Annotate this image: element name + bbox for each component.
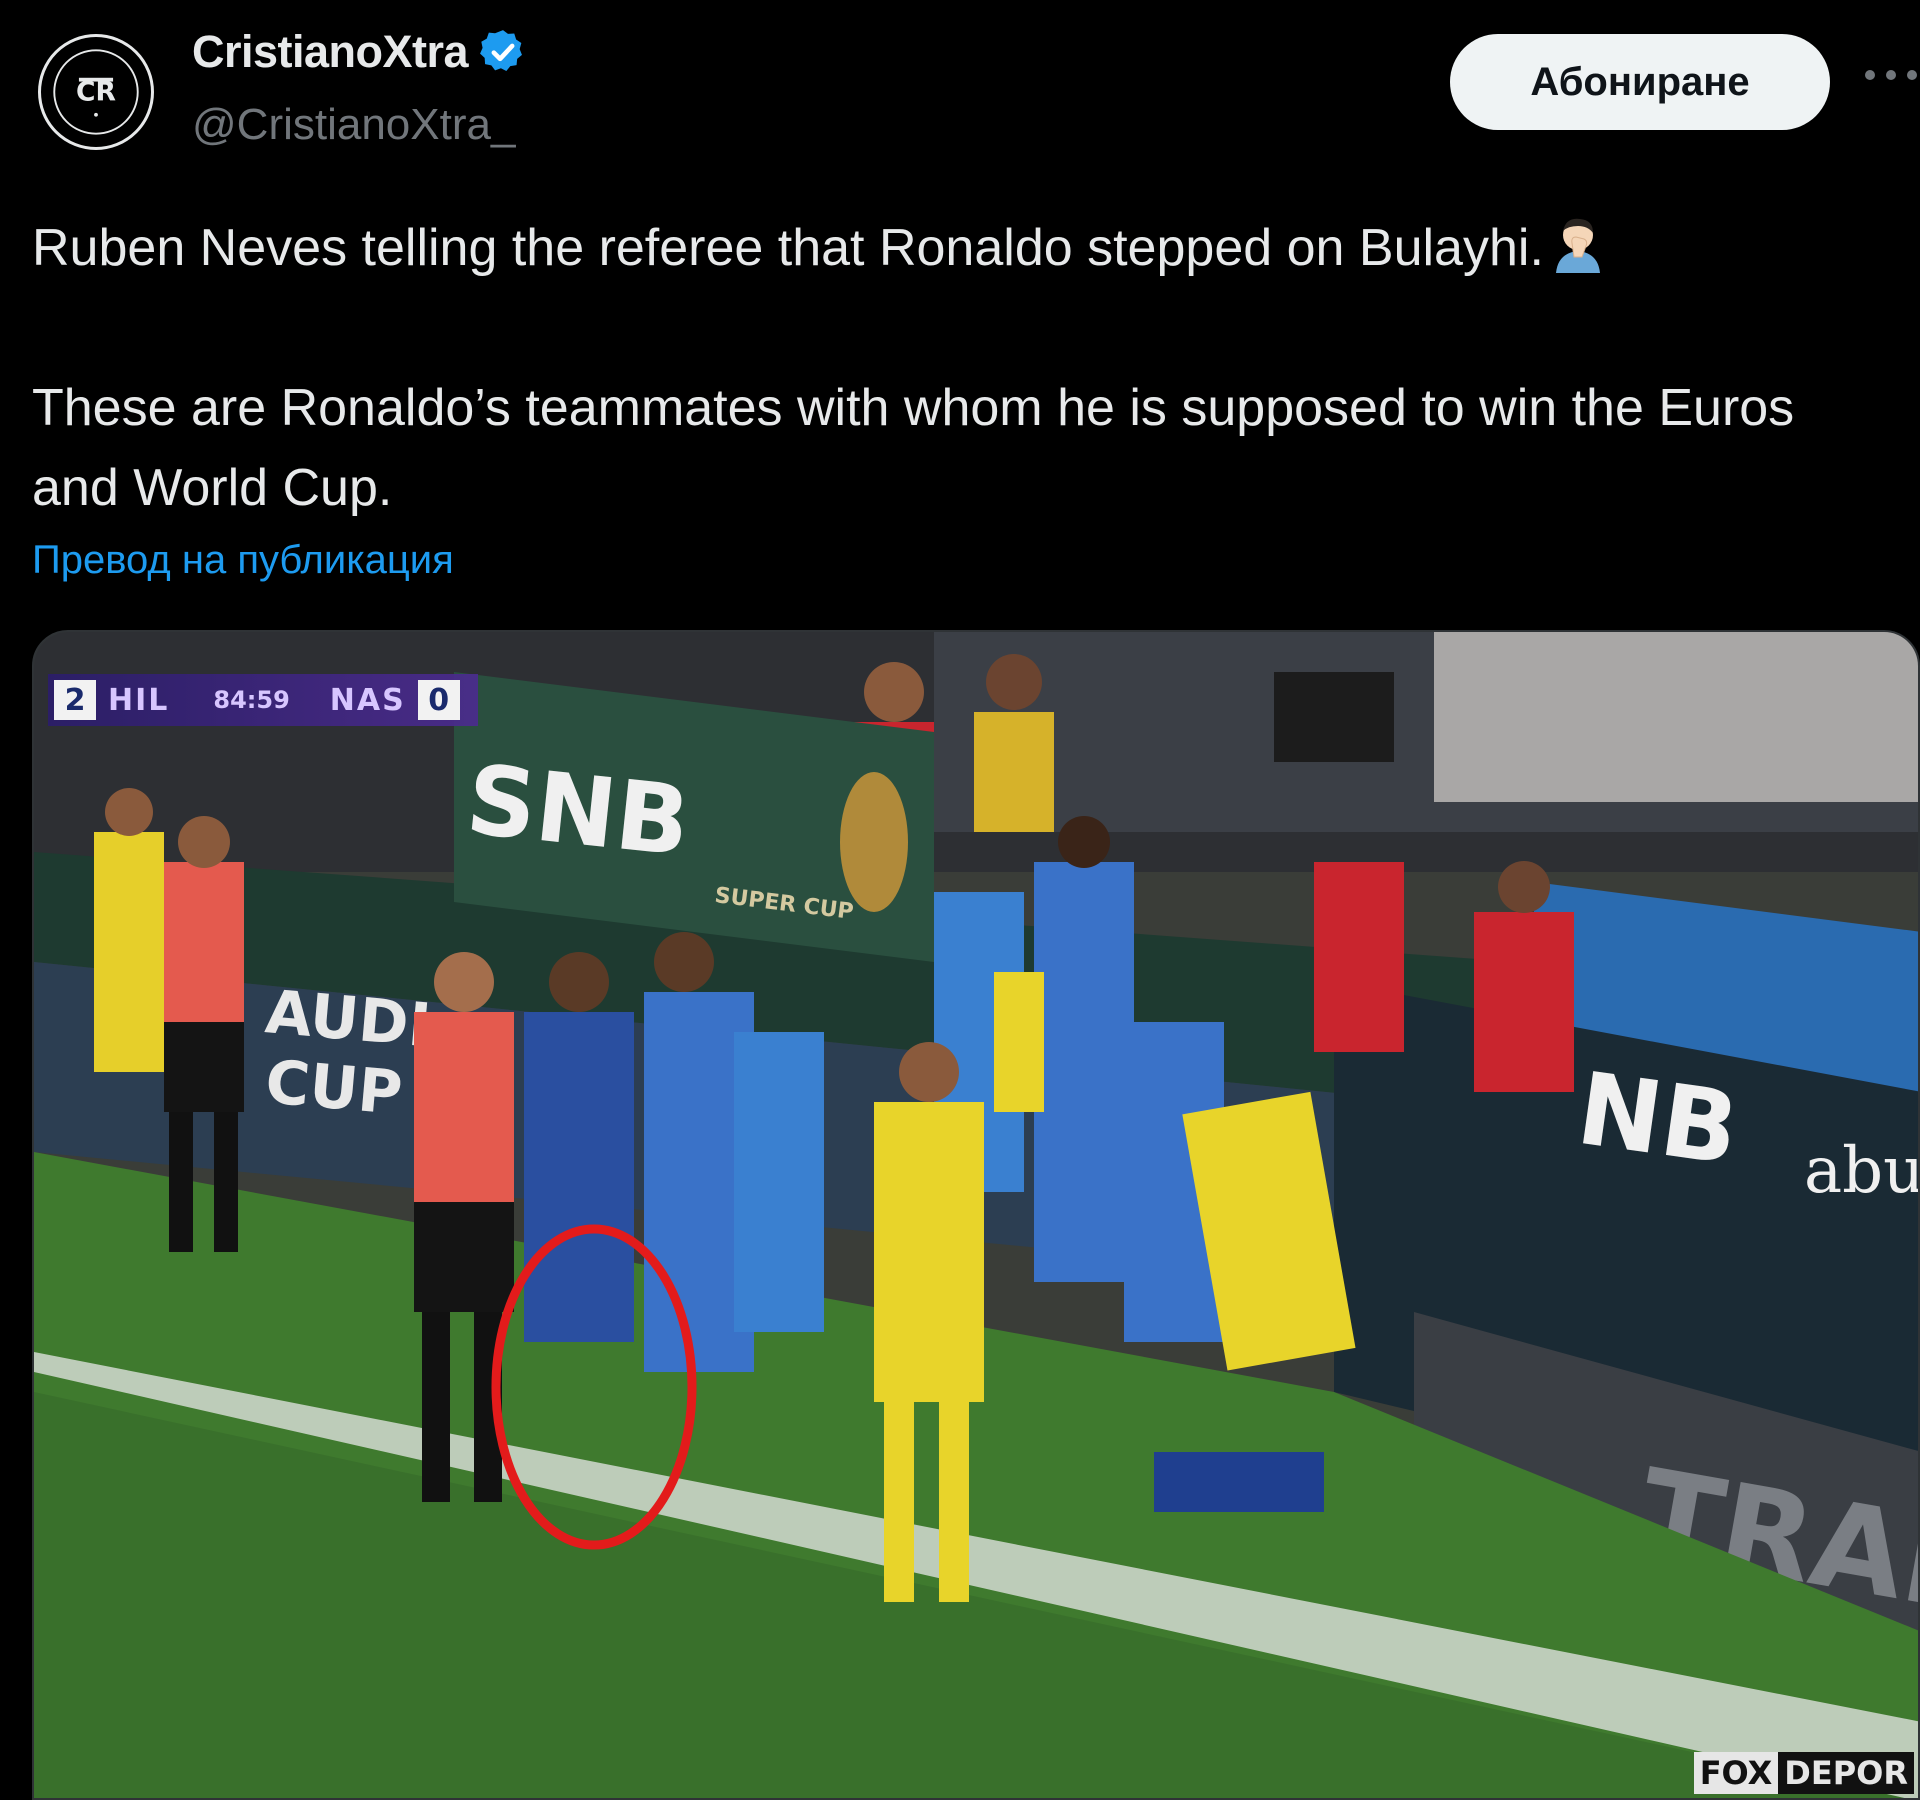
follow-button[interactable]: Абониране [1450,34,1830,130]
away-score: 0 [417,680,460,720]
more-horizontal-icon[interactable] [1862,60,1920,90]
tweet-media-image[interactable]: SNB NB AUDI CUP SUPER CUP TRAD abu 2 HIL… [32,630,1920,1800]
broadcaster-logo: FOX DEPOR [1693,1752,1914,1794]
cristianoxtra-logo: CR [53,49,139,135]
tweet-line-1: Ruben Neves telling the referee that Ron… [32,208,1892,288]
avatar[interactable]: CR [38,34,154,150]
sponsor-nb-text: NB [1571,1050,1746,1188]
facepalm-emoji-icon [1555,218,1600,273]
translate-post-link[interactable]: Превод на публикация [32,538,454,583]
home-team: HIL [108,682,170,718]
abu-board-text: abu [1804,1134,1920,1208]
user-handle[interactable]: @CristianoXtra_ [192,100,515,150]
tweet-line-1-text: Ruben Neves telling the referee that Ron… [32,219,1544,277]
match-clock: 84:59 [213,686,290,714]
tweet-text: Ruben Neves telling the referee that Ron… [32,208,1892,528]
sponsor-snb-text: SNB [462,743,695,878]
away-team: NAS [329,682,406,718]
author-name-row[interactable]: CristianoXtra [192,26,528,78]
broadcaster-fox: FOX [1693,1752,1779,1794]
home-score: 2 [54,680,96,720]
broadcaster-deportes: DEPOR [1778,1752,1914,1794]
display-name[interactable]: CristianoXtra [192,26,469,78]
verified-badge-icon [480,30,523,71]
tournament-word-2: CUP [263,1047,405,1129]
match-photo: SNB NB AUDI CUP SUPER CUP TRAD abu [34,632,1920,1798]
tweet-line-2: These are Ronaldo’s teammates with whom … [32,379,1795,517]
scorebug: 2 HIL 84:59 NAS 0 [54,678,472,722]
